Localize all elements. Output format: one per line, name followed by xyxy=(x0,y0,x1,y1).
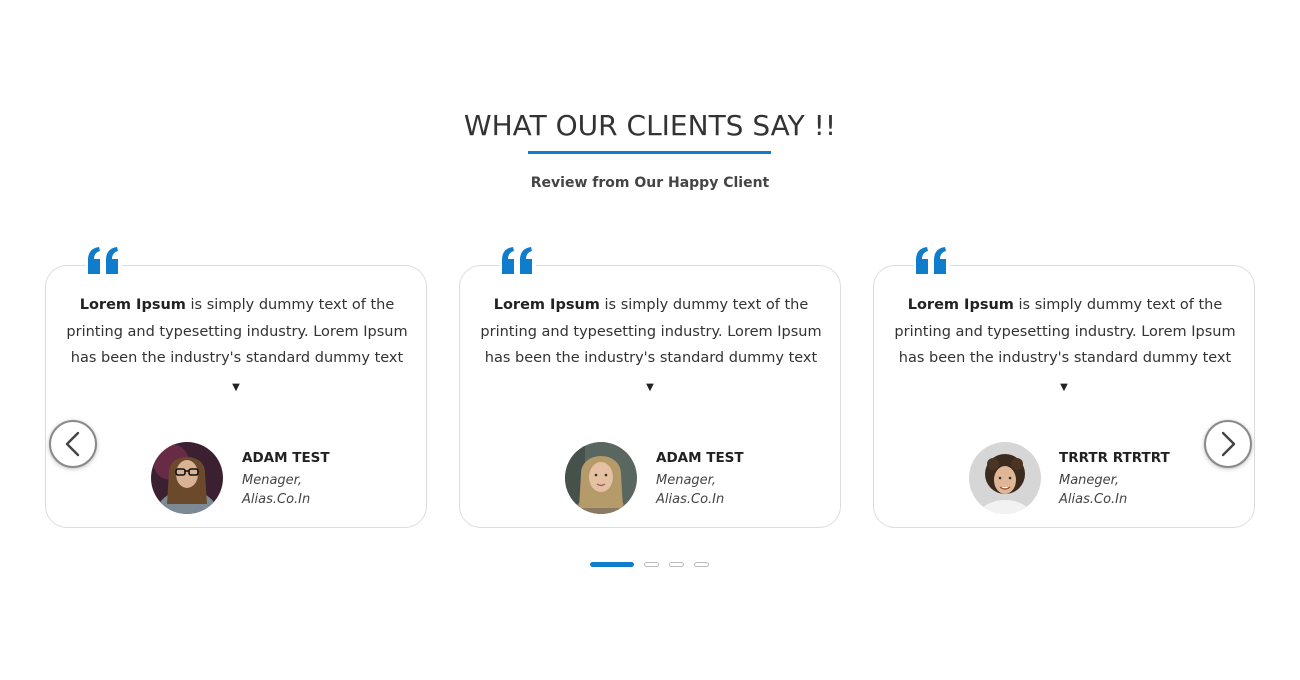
quote-icon xyxy=(914,246,950,278)
client-name: ADAM TEST xyxy=(656,450,744,466)
client-name: TRRTR RTRTRT xyxy=(1059,450,1170,466)
testimonials-section: WHAT OUR CLIENTS SAY !! Review from Our … xyxy=(0,0,1300,680)
testimonial-text: Lorem Ipsum is simply dummy text of the … xyxy=(474,292,828,372)
testimonial-text-bold: Lorem Ipsum xyxy=(493,297,600,313)
next-button[interactable] xyxy=(1204,420,1252,468)
pagination-dot-2[interactable] xyxy=(644,562,659,567)
avatar xyxy=(565,442,637,514)
testimonial-text-bold: Lorem Ipsum xyxy=(907,297,1014,313)
section-subtitle: Review from Our Happy Client xyxy=(530,175,770,191)
title-underline xyxy=(528,151,771,154)
pagination-dot-4[interactable] xyxy=(694,562,709,567)
client-role: Menager, Alias.Co.In xyxy=(242,471,352,509)
expand-caret-icon[interactable]: ▼ xyxy=(460,382,840,393)
testimonial-text-bold: Lorem Ipsum xyxy=(79,297,186,313)
quote-icon xyxy=(500,246,536,278)
client-name: ADAM TEST xyxy=(242,450,330,466)
pagination-dot-1[interactable] xyxy=(590,562,634,567)
client-role-title: Menager, xyxy=(242,473,302,488)
expand-caret-icon[interactable]: ▼ xyxy=(46,382,426,393)
prev-button[interactable] xyxy=(49,420,97,468)
quote-icon xyxy=(86,246,122,278)
client-role-title: Menager, xyxy=(656,473,716,488)
client-role: Menager, Alias.Co.In xyxy=(656,471,766,509)
client-company: Alias.Co.In xyxy=(656,492,725,507)
section-title: WHAT OUR CLIENTS SAY !! xyxy=(463,109,837,142)
client-role-title: Maneger, xyxy=(1059,473,1119,488)
client-role: Maneger, Alias.Co.In xyxy=(1059,471,1169,509)
chevron-left-icon xyxy=(65,431,80,457)
pagination-dot-3[interactable] xyxy=(669,562,684,567)
client-company: Alias.Co.In xyxy=(1059,492,1128,507)
testimonial-card: Lorem Ipsum is simply dummy text of the … xyxy=(459,246,841,528)
testimonial-card: Lorem Ipsum is simply dummy text of the … xyxy=(45,246,427,528)
client-company: Alias.Co.In xyxy=(242,492,311,507)
testimonial-text: Lorem Ipsum is simply dummy text of the … xyxy=(60,292,414,372)
avatar xyxy=(151,442,223,514)
expand-caret-icon[interactable]: ▼ xyxy=(874,382,1254,393)
testimonial-card: Lorem Ipsum is simply dummy text of the … xyxy=(873,246,1255,528)
avatar xyxy=(969,442,1041,514)
testimonial-text: Lorem Ipsum is simply dummy text of the … xyxy=(888,292,1242,372)
chevron-right-icon xyxy=(1221,431,1236,457)
